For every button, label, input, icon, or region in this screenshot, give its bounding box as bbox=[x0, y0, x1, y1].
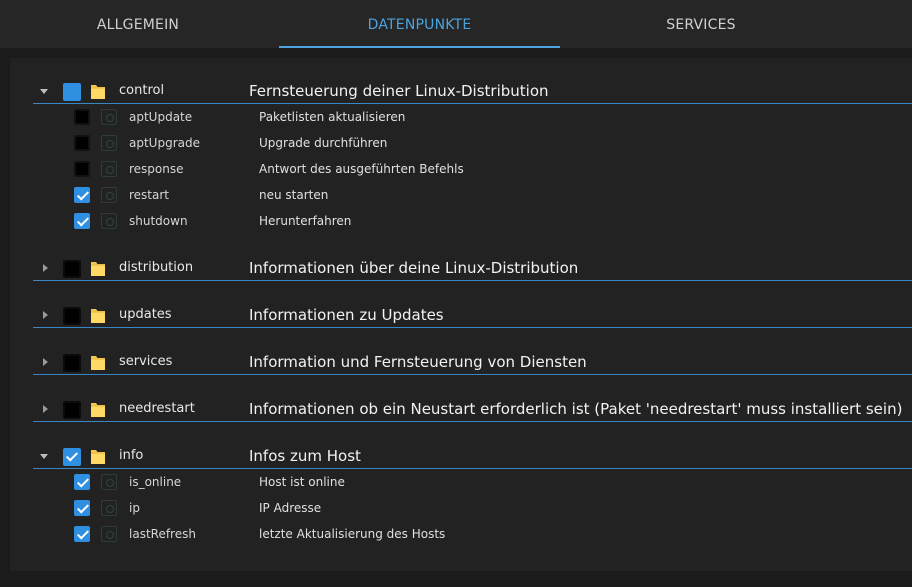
folder-checkbox[interactable] bbox=[63, 401, 81, 419]
tree-folder-row[interactable]: updates Informationen zu Updates bbox=[0, 304, 912, 326]
folder-separator bbox=[33, 103, 912, 104]
state-icon bbox=[101, 109, 117, 125]
item-description: Host ist online bbox=[259, 475, 345, 489]
folder-name: needrestart bbox=[119, 401, 195, 416]
expand-arrow-icon[interactable] bbox=[43, 358, 48, 366]
item-checkbox[interactable] bbox=[74, 500, 90, 516]
folder-name: info bbox=[119, 448, 144, 463]
item-description: letzte Aktualisierung des Hosts bbox=[259, 527, 446, 541]
item-name: shutdown bbox=[129, 214, 188, 228]
folder-name: services bbox=[119, 354, 173, 369]
folder-separator bbox=[33, 374, 912, 375]
tree-folder-row[interactable]: control Fernsteuerung deiner Linux-Distri… bbox=[0, 80, 912, 102]
state-icon bbox=[101, 187, 117, 203]
tree-item-row[interactable]: shutdown Herunterfahren bbox=[0, 211, 912, 233]
item-checkbox[interactable] bbox=[74, 526, 90, 542]
folder-icon bbox=[90, 447, 106, 465]
item-name: response bbox=[129, 162, 184, 176]
folder-checkbox[interactable] bbox=[63, 307, 81, 325]
item-name: is_online bbox=[129, 475, 182, 489]
item-checkbox[interactable] bbox=[74, 161, 90, 177]
state-icon bbox=[101, 474, 117, 490]
folder-icon bbox=[90, 259, 106, 277]
item-checkbox[interactable] bbox=[74, 474, 90, 490]
folder-icon bbox=[90, 353, 106, 371]
item-checkbox[interactable] bbox=[74, 213, 90, 229]
state-icon bbox=[101, 526, 117, 542]
tree-folder-row[interactable]: info Infos zum Host bbox=[0, 445, 912, 467]
item-checkbox[interactable] bbox=[74, 135, 90, 151]
item-description: Herunterfahren bbox=[259, 214, 352, 228]
tree-folder-row[interactable]: distribution Informationen über deine Lin… bbox=[0, 257, 912, 279]
folder-description: Informationen über deine Linux-Distribut… bbox=[249, 259, 579, 277]
tab-services[interactable]: SERVICES bbox=[560, 0, 842, 48]
folder-icon bbox=[90, 306, 106, 324]
item-description: Upgrade durchführen bbox=[259, 136, 388, 150]
folder-description: Infos zum Host bbox=[249, 447, 361, 465]
tree-item-row[interactable]: response Antwort des ausgeführten Befehls bbox=[0, 159, 912, 181]
item-description: Paketlisten aktualisieren bbox=[259, 110, 406, 124]
tree-item-row[interactable]: ip IP Adresse bbox=[0, 498, 912, 520]
item-checkbox[interactable] bbox=[74, 187, 90, 203]
folder-description: Fernsteuerung deiner Linux-Distribution bbox=[249, 82, 549, 100]
tab-allgemein[interactable]: ALLGEMEIN bbox=[0, 0, 276, 48]
state-icon bbox=[101, 213, 117, 229]
tree-item-row[interactable]: is_online Host ist online bbox=[0, 472, 912, 494]
state-icon bbox=[101, 161, 117, 177]
expand-arrow-icon[interactable] bbox=[43, 405, 48, 413]
folder-name: distribution bbox=[119, 260, 194, 275]
folder-checkbox[interactable] bbox=[63, 448, 81, 466]
item-description: IP Adresse bbox=[259, 501, 322, 515]
tree-folder-row[interactable]: services Information und Fernsteuerung vo… bbox=[0, 351, 912, 373]
item-name: lastRefresh bbox=[129, 527, 196, 541]
folder-checkbox[interactable] bbox=[63, 260, 81, 278]
folder-name: updates bbox=[119, 307, 172, 322]
item-name: ip bbox=[129, 501, 140, 515]
folder-separator bbox=[33, 327, 912, 328]
folder-description: Information und Fernsteuerung von Dienst… bbox=[249, 353, 587, 371]
item-description: Antwort des ausgeführten Befehls bbox=[259, 162, 464, 176]
expand-arrow-icon[interactable] bbox=[43, 264, 48, 272]
item-name: restart bbox=[129, 188, 170, 202]
state-icon bbox=[101, 135, 117, 151]
folder-separator bbox=[33, 421, 912, 422]
folder-checkbox[interactable] bbox=[63, 354, 81, 372]
folder-icon bbox=[90, 82, 106, 100]
tree-item-row[interactable]: aptUpdate Paketlisten aktualisieren bbox=[0, 107, 912, 129]
tab-bar: ALLGEMEIN DATENPUNKTE SERVICES bbox=[0, 0, 912, 48]
folder-name: control bbox=[119, 83, 165, 98]
item-name: aptUpgrade bbox=[129, 136, 200, 150]
folder-separator bbox=[33, 280, 912, 281]
tree-folder-row[interactable]: needrestart Informationen ob ein Neustart… bbox=[0, 398, 912, 420]
tree-item-row[interactable]: aptUpgrade Upgrade durchführen bbox=[0, 133, 912, 155]
item-checkbox[interactable] bbox=[74, 109, 90, 125]
tree-item-row[interactable]: lastRefresh letzte Aktualisierung des Hos… bbox=[0, 524, 912, 546]
folder-icon bbox=[90, 400, 106, 418]
expand-arrow-icon[interactable] bbox=[43, 311, 48, 319]
active-tab-indicator bbox=[279, 46, 560, 48]
collapse-arrow-icon[interactable] bbox=[40, 454, 48, 459]
folder-checkbox[interactable] bbox=[63, 83, 81, 101]
folder-description: Informationen zu Updates bbox=[249, 306, 444, 324]
collapse-arrow-icon[interactable] bbox=[40, 89, 48, 94]
tab-datenpunkte[interactable]: DATENPUNKTE bbox=[279, 0, 560, 48]
state-icon bbox=[101, 500, 117, 516]
tree-item-row[interactable]: restart neu starten bbox=[0, 185, 912, 207]
folder-description: Informationen ob ein Neustart erforderli… bbox=[249, 400, 903, 418]
item-name: aptUpdate bbox=[129, 110, 193, 124]
folder-separator bbox=[33, 468, 912, 469]
item-description: neu starten bbox=[259, 188, 329, 202]
